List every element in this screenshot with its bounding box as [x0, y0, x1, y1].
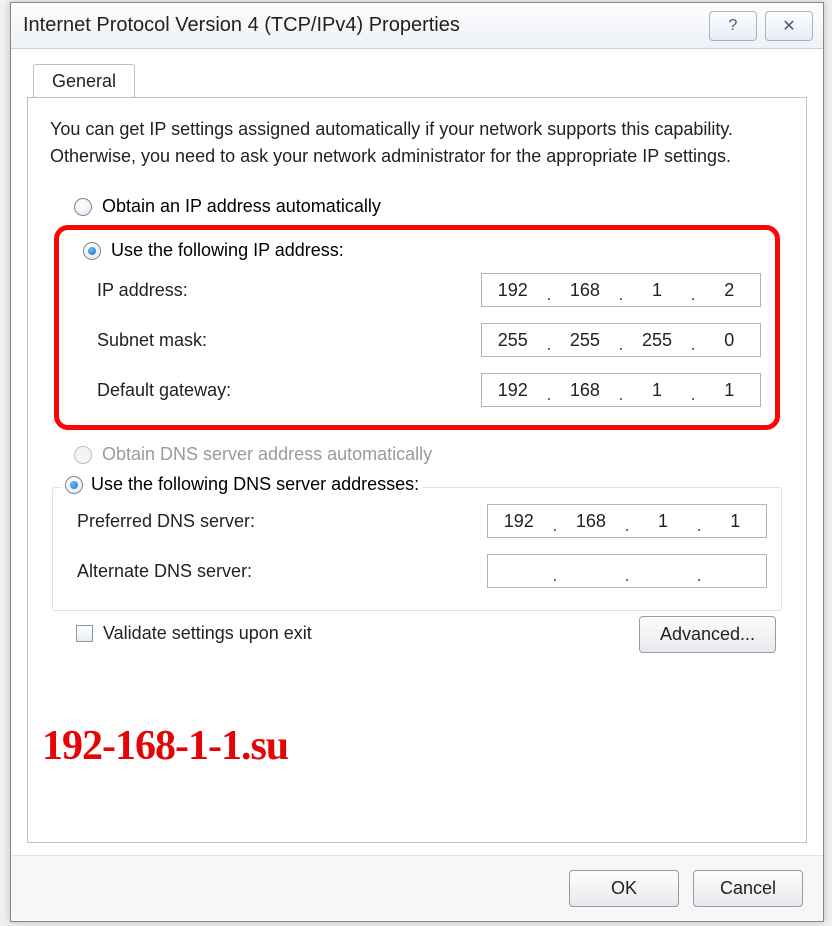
dns-auto-label: Obtain DNS server address automatically [102, 444, 432, 465]
dns-auto-row: Obtain DNS server address automatically [50, 440, 784, 469]
radio-icon [65, 476, 83, 494]
dialog-bottom: OK Cancel [11, 855, 823, 921]
cancel-button[interactable]: Cancel [693, 870, 803, 907]
advanced-button[interactable]: Advanced... [639, 616, 776, 653]
ip-manual-row[interactable]: Use the following IP address: [65, 236, 761, 265]
advanced-row: Advanced... [50, 616, 784, 653]
ip-auto-label: Obtain an IP address automatically [102, 196, 381, 217]
pref-dns-row: Preferred DNS server: 192. 168. 1. 1 [59, 496, 767, 546]
watermark-text: 192-168-1-1.su [42, 722, 288, 770]
gateway-input[interactable]: 192. 168. 1. 1 [481, 373, 761, 407]
dns-manual-label: Use the following DNS server addresses: [91, 474, 419, 495]
tab-general[interactable]: General [33, 64, 135, 98]
dns-fieldset: Use the following DNS server addresses: … [52, 487, 782, 611]
pref-dns-label: Preferred DNS server: [77, 511, 255, 532]
subnet-mask-input[interactable]: 255. 255. 255. 0 [481, 323, 761, 357]
highlight-box: Use the following IP address: IP address… [54, 225, 780, 430]
help-button[interactable]: ? [709, 11, 757, 41]
alt-dns-input[interactable]: . . . [487, 554, 767, 588]
info-text: You can get IP settings assigned automat… [50, 116, 784, 170]
subnet-mask-label: Subnet mask: [97, 330, 207, 351]
client-area: General You can get IP settings assigned… [11, 49, 823, 855]
ip-auto-row[interactable]: Obtain an IP address automatically [50, 192, 784, 221]
subnet-mask-row: Subnet mask: 255. 255. 255. 0 [65, 315, 761, 365]
tab-panel: You can get IP settings assigned automat… [27, 97, 807, 843]
ip-address-label: IP address: [97, 280, 188, 301]
close-icon: ✕ [782, 16, 795, 36]
titlebar-buttons: ? ✕ [709, 11, 813, 41]
alt-dns-row: Alternate DNS server: . . . [59, 546, 767, 596]
radio-icon [74, 198, 92, 216]
tabstrip: General [33, 63, 807, 97]
gateway-label: Default gateway: [97, 380, 231, 401]
ip-address-input[interactable]: 192. 168. 1. 2 [481, 273, 761, 307]
pref-dns-input[interactable]: 192. 168. 1. 1 [487, 504, 767, 538]
ip-manual-label: Use the following IP address: [111, 240, 344, 261]
dialog-window: Internet Protocol Version 4 (TCP/IPv4) P… [10, 2, 824, 922]
dns-manual-row[interactable]: Use the following DNS server addresses: [61, 474, 423, 495]
radio-icon [83, 242, 101, 260]
titlebar: Internet Protocol Version 4 (TCP/IPv4) P… [11, 3, 823, 49]
alt-dns-label: Alternate DNS server: [77, 561, 252, 582]
ok-button[interactable]: OK [569, 870, 679, 907]
help-icon: ? [729, 17, 738, 35]
gateway-row: Default gateway: 192. 168. 1. 1 [65, 365, 761, 415]
ip-address-row: IP address: 192. 168. 1. 2 [65, 265, 761, 315]
close-button[interactable]: ✕ [765, 11, 813, 41]
window-title: Internet Protocol Version 4 (TCP/IPv4) P… [23, 14, 460, 37]
radio-icon [74, 446, 92, 464]
